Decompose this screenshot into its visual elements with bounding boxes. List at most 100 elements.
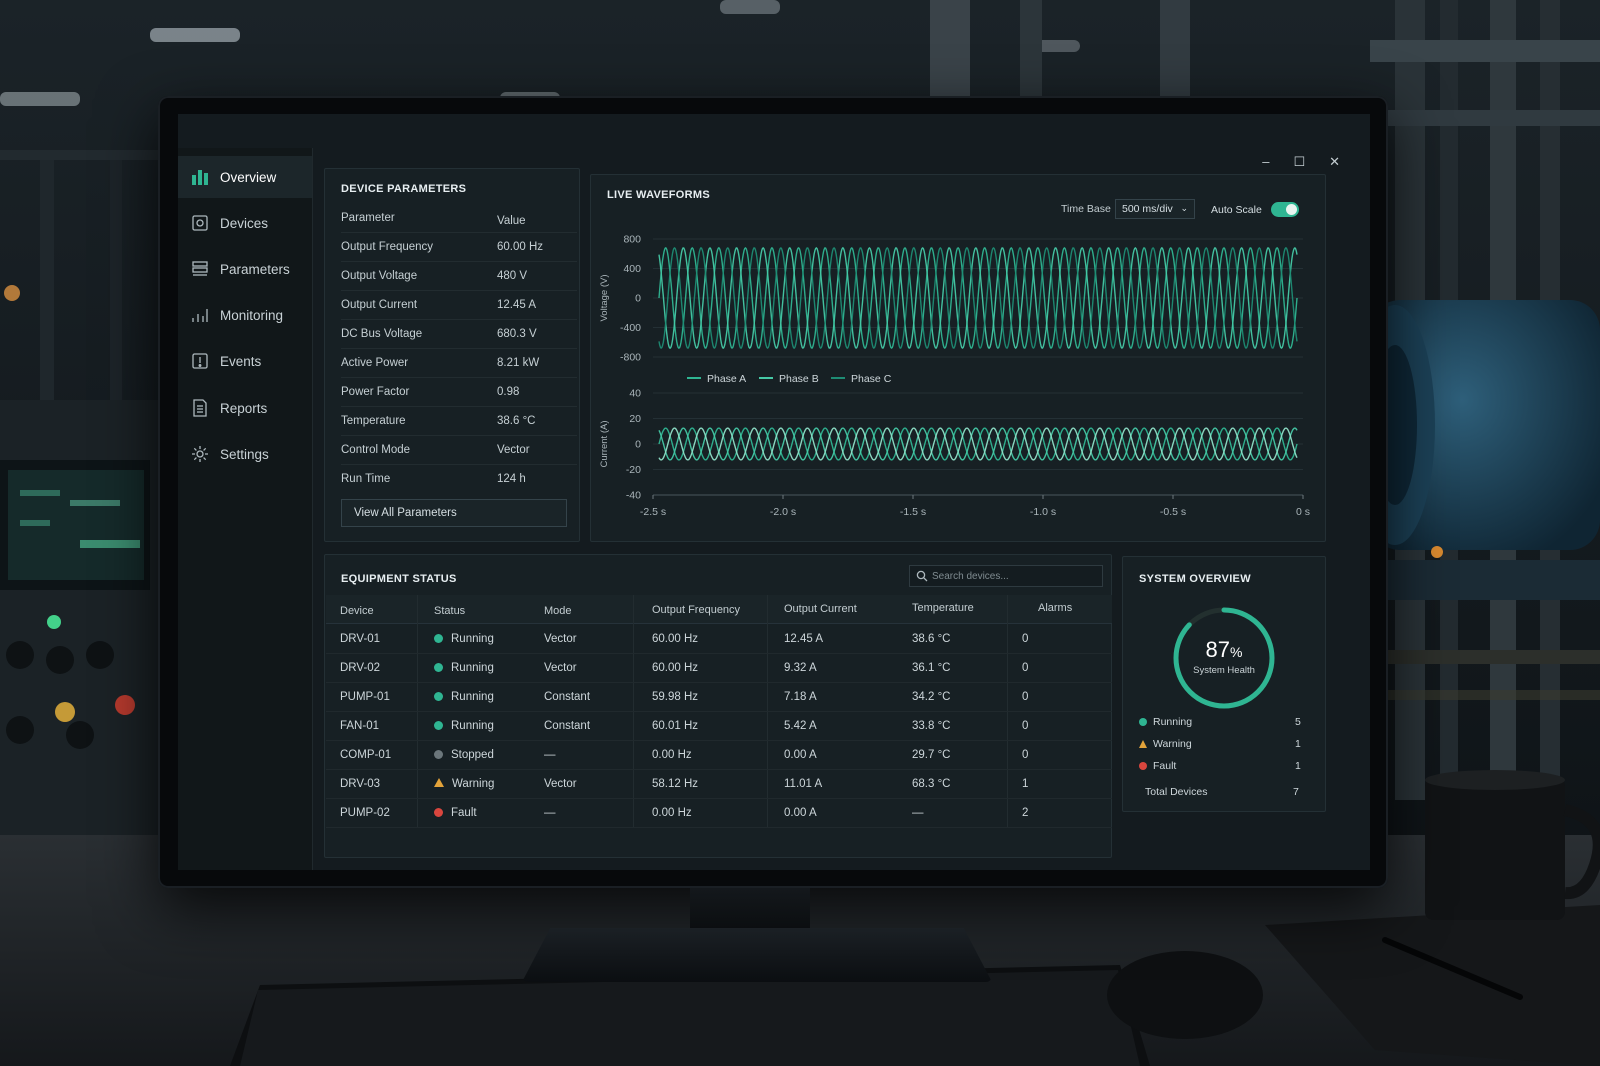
waveform-chart: 8004000-400-800Voltage (V)Phase A Phase B… [599,234,1310,519]
cell-current: 0.00 A [784,807,817,819]
minimize-button[interactable]: – [1262,154,1269,170]
overview-count: 1 [1295,760,1301,772]
table-row[interactable]: DRV-02 Running Vector 60.00 Hz 9.32 A 36.1 °C… [326,653,1112,683]
cell-current: 11.01 A [784,778,823,790]
close-button[interactable]: ✕ [1329,154,1340,170]
sidebar-item-parameters[interactable]: Parameters [178,248,312,290]
status-dot [434,663,443,672]
header-param: Parameter [341,212,395,224]
status-dot [434,808,443,817]
param-name: Output Current [341,299,418,311]
sidebar-item-label: Reports [220,400,268,416]
y-tick-label: -40 [626,490,641,502]
cell-freq: 60.00 Hz [652,633,699,645]
sidebar-item-monitoring[interactable]: Monitoring [178,294,312,336]
cell-alarms: 0 [1022,662,1029,674]
cell-device: PUMP-02 [340,807,390,819]
param-row: Power Factor 0.98 [341,377,577,407]
sidebar-item-settings[interactable]: Settings [178,433,312,475]
cell-alarms: 0 [1022,691,1029,703]
table-row[interactable]: FAN-01 Running Constant 60.01 Hz 5.42 A 33.8 … [326,711,1112,741]
cell-mode: Constant [544,720,591,732]
param-value: 8.21 kW [497,357,540,369]
y-tick-label: -400 [620,322,641,334]
param-value: 124 h [497,473,526,485]
y-axis-title: Voltage (V) [599,275,610,322]
status-cell: Warning [434,778,494,790]
status-dot [434,692,443,701]
sidebar-item-label: Events [220,353,262,369]
cell-alarms: 0 [1022,633,1029,645]
cell-device: PUMP-01 [340,691,390,703]
table-row[interactable]: COMP-01 Stopped — 0.00 Hz 0.00 A 29.7 °C 0 [326,740,1112,770]
overview-row-warning: Warning 1 [1139,735,1305,755]
col-mode: Mode [544,605,572,617]
cell-current: 5.42 A [784,720,817,732]
status-cell: Stopped [434,749,494,761]
col-status: Status [434,605,466,617]
cell-temp: — [912,807,924,819]
health-percent: 87 [1205,637,1231,662]
param-row: Temperature 38.6 °C [341,406,577,436]
overview-count: 1 [1295,738,1301,750]
equipment-status-panel: EQUIPMENT STATUS Search devices... Devic… [324,554,1112,858]
sidebar-item-label: Monitoring [220,307,284,323]
search-placeholder: Search devices... [932,571,1009,582]
cell-alarms: 0 [1022,749,1029,761]
search-input[interactable]: Search devices... [909,565,1103,587]
param-name: Power Factor [341,386,410,398]
param-name: Output Frequency [341,241,434,253]
status-text: Running [451,691,494,703]
gear-icon [190,444,210,464]
cell-temp: 29.7 °C [912,749,951,761]
y-tick-label: 0 [635,439,641,451]
param-row: Run Time 124 h [341,464,577,493]
param-value: 480 V [497,270,528,282]
view-all-parameters-button[interactable]: View All Parameters [341,499,567,527]
sidebar-item-overview[interactable]: Overview [178,156,312,198]
cell-device: COMP-01 [340,749,392,761]
sidebar-item-label: Settings [220,446,269,462]
sidebar-item-devices[interactable]: Devices [178,202,312,244]
sidebar-item-label: Overview [220,169,277,185]
monitor-stand [690,888,810,933]
cell-freq: 0.00 Hz [652,749,692,761]
maximize-button[interactable]: ☐ [1293,154,1305,170]
status-text: Running [451,720,494,732]
table-row[interactable]: DRV-03 Warning Vector 58.12 Hz 11.01 A 68.3 °… [326,769,1112,799]
col-output-frequency: Output Frequency [652,604,741,616]
sidebar-item-reports[interactable]: Reports [178,387,312,429]
status-dot [434,634,443,643]
status-text: Stopped [451,749,494,761]
cell-mode: — [544,807,556,819]
legend-label: Phase C [851,373,892,385]
window-controls: – ☐ ✕ [1262,154,1340,170]
cell-freq: 58.12 Hz [652,778,699,790]
status-text: Running [451,662,494,674]
param-value: Vector [497,444,530,456]
status-cell: Running [434,720,494,732]
overview-row-running: Running 5 [1139,713,1305,733]
device-parameters-panel: DEVICE PARAMETERS Parameter Value Output… [324,168,580,542]
panel-title: SYSTEM OVERVIEW [1139,573,1251,585]
x-tick-label: -1.0 s [1030,506,1056,518]
y-axis-title: Current (A) [599,421,610,468]
table-row[interactable]: PUMP-01 Running Constant 59.98 Hz 7.18 A 34.2… [326,682,1112,712]
overview-total-count: 7 [1293,786,1299,798]
param-value: 12.45 A [497,299,537,311]
system-overview-panel: SYSTEM OVERVIEW 87% System Health Runnin… [1122,556,1326,812]
cell-temp: 36.1 °C [912,662,951,674]
status-text: Running [451,633,494,645]
cell-temp: 38.6 °C [912,633,951,645]
param-value: 0.98 [497,386,520,398]
param-row: Output Voltage 480 V [341,261,577,291]
param-row: Control Mode Vector [341,435,577,465]
cell-device: DRV-01 [340,633,381,645]
table-row[interactable]: DRV-01 Running Vector 60.00 Hz 12.45 A 38.6 °… [326,624,1112,654]
cell-freq: 60.00 Hz [652,662,699,674]
sidebar-item-events[interactable]: Events [178,340,312,382]
table-row[interactable]: PUMP-02 Fault — 0.00 Hz 0.00 A — 2 [326,798,1112,828]
param-value: 680.3 V [497,328,537,340]
param-value: 38.6 °C [497,415,536,427]
overview-total-label: Total Devices [1145,786,1208,798]
